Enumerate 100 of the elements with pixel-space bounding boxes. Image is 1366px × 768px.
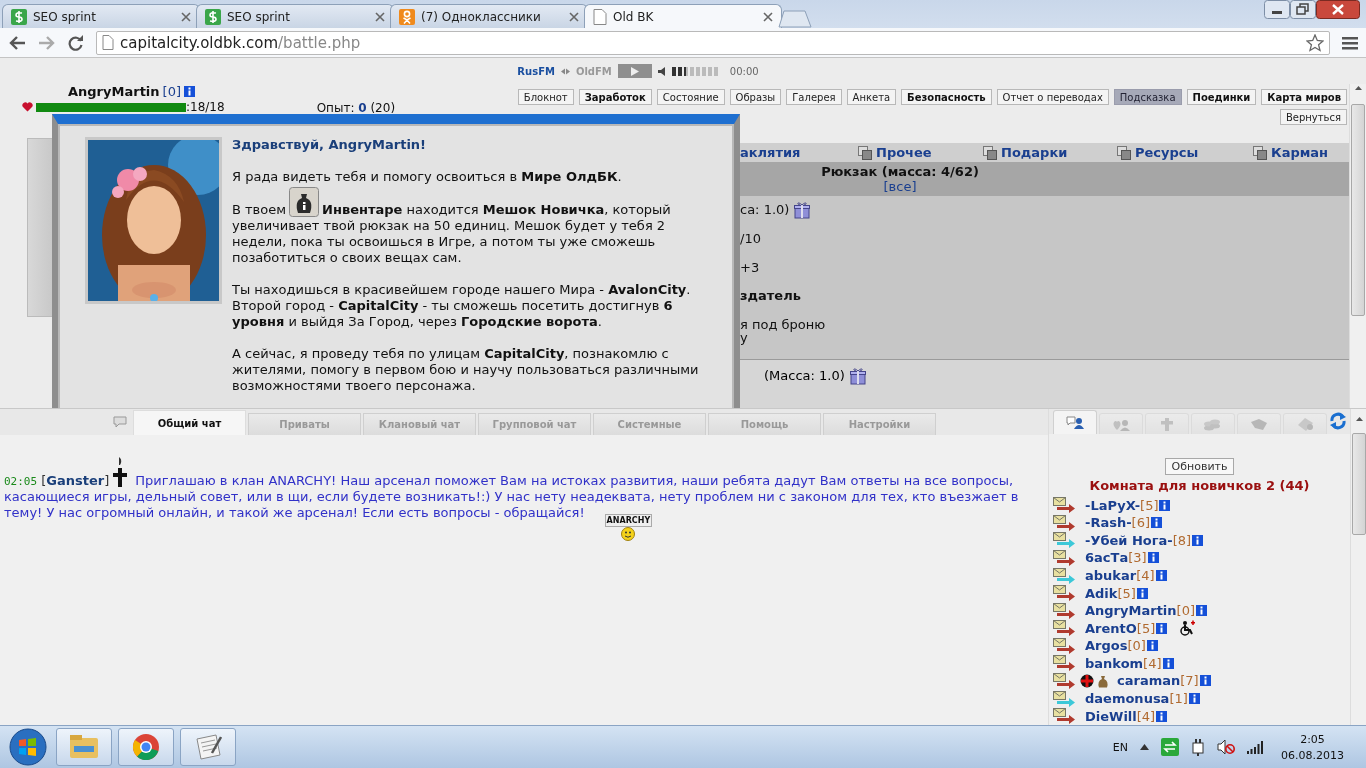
private-message-icon[interactable] [1053, 637, 1077, 654]
user-level: [8] [1172, 532, 1192, 548]
private-message-icon[interactable] [1053, 690, 1077, 707]
sync-icon[interactable] [1161, 738, 1179, 756]
user-name[interactable]: -Rash- [1085, 515, 1132, 531]
taskbar-app[interactable] [56, 728, 112, 766]
experience-label: Опыт: 0 (20) [316, 102, 396, 115]
up-arrow-icon[interactable] [1140, 744, 1149, 750]
item-text: са: 1.0) [740, 202, 790, 217]
plug-icon[interactable] [1191, 738, 1205, 756]
clock[interactable]: 2:05 06.08.2013 [1281, 732, 1344, 762]
user-name[interactable]: -Убей Нога- [1085, 532, 1173, 548]
taskbar-app[interactable] [118, 728, 174, 766]
reload-icon[interactable] [68, 34, 84, 51]
user-name[interactable]: caraman [1117, 673, 1181, 689]
user-name[interactable]: -LaPyX- [1085, 497, 1141, 513]
user-level: [5] [1117, 585, 1136, 601]
start-button[interactable] [6, 727, 50, 767]
scroll-thumb[interactable] [1352, 433, 1366, 535]
private-message-icon[interactable] [1053, 620, 1077, 637]
volume-meter[interactable] [671, 66, 720, 76]
close-icon[interactable] [763, 11, 773, 22]
close-icon[interactable] [1316, 0, 1360, 19]
category-tab[interactable]: Карман [1253, 145, 1349, 160]
nav-button[interactable]: Безопасность [901, 89, 992, 105]
squares-icon [1117, 145, 1131, 160]
scrollbar[interactable] [1350, 409, 1366, 725]
browser-tab[interactable]: Old BK [584, 4, 782, 28]
user-name[interactable]: Adik [1085, 585, 1118, 601]
nav-button[interactable]: Галерея [786, 89, 842, 105]
language-indicator[interactable]: EN [1112, 740, 1128, 754]
private-message-icon[interactable] [1053, 708, 1077, 725]
user-name[interactable]: ArentO [1085, 620, 1137, 636]
back-button[interactable]: Вернуться [1279, 109, 1347, 125]
address-field[interactable]: capitalcity.oldbk.com/battle.php [96, 30, 1330, 55]
private-message-icon[interactable] [1053, 672, 1077, 689]
user-level: [5] [1140, 497, 1159, 513]
info-icon [1192, 534, 1204, 546]
chat-tab[interactable]: Общий чат [133, 410, 246, 435]
close-icon[interactable] [569, 11, 579, 22]
user-name[interactable]: abukar [1085, 568, 1137, 583]
nav-button[interactable]: Подсказка [1113, 89, 1182, 105]
radio-station[interactable]: RusFM [517, 65, 555, 77]
users-icon [1065, 415, 1085, 431]
tab-title: Old BK [613, 9, 655, 24]
user-name[interactable]: DieWill [1085, 708, 1137, 724]
menu-icon[interactable] [1342, 35, 1358, 50]
minimize-icon[interactable] [1264, 0, 1290, 19]
taskbar-app[interactable] [180, 728, 236, 766]
category-tab[interactable]: Прочее [858, 145, 983, 160]
private-message-icon[interactable] [1053, 567, 1077, 584]
item-text: у [740, 330, 748, 346]
nav-button[interactable]: Отчет о переводах [996, 89, 1109, 105]
back-icon[interactable] [8, 34, 26, 51]
nav-button[interactable]: Состояние [656, 89, 725, 105]
filter-link[interactable]: [все] [883, 179, 917, 194]
speaker-icon [657, 66, 666, 76]
nav-button[interactable]: Блокнот [517, 89, 574, 105]
private-message-icon[interactable] [1053, 532, 1077, 549]
private-message-icon[interactable] [1053, 549, 1077, 566]
info-icon [1146, 640, 1158, 652]
close-icon[interactable] [375, 11, 385, 22]
refresh-button[interactable]: Обновить [1164, 458, 1235, 476]
nav-button[interactable]: Заработок [578, 89, 652, 105]
nav-button[interactable]: Образы [729, 89, 782, 105]
nav-button[interactable]: Карта миров [1261, 89, 1347, 105]
info-icon [1151, 517, 1162, 529]
user-name[interactable]: daemonusa [1085, 691, 1170, 707]
restore-icon[interactable] [1290, 0, 1316, 19]
heart-icon [22, 102, 33, 112]
star-icon[interactable] [1306, 33, 1324, 52]
private-message-icon[interactable] [1053, 497, 1077, 514]
user-name[interactable]: bankom [1085, 655, 1144, 671]
message-author[interactable]: [Ganster] [41, 473, 110, 488]
user-name[interactable]: 6асТа [1085, 550, 1129, 566]
squares-icon [858, 145, 872, 160]
nav-button[interactable]: Поединки [1186, 89, 1257, 105]
category-tab[interactable]: Подарки [983, 145, 1117, 160]
bag-icon [289, 187, 320, 217]
user-name[interactable]: AngryMartin [1085, 603, 1177, 619]
refresh-icon[interactable] [1329, 411, 1347, 430]
gift-icon [849, 368, 866, 385]
user-level: [1] [1169, 691, 1188, 707]
muted-speaker-icon[interactable] [1217, 739, 1235, 755]
scroll-thumb[interactable] [1351, 104, 1365, 316]
dollar-icon [11, 8, 27, 25]
play-button[interactable] [617, 64, 652, 78]
user-list-tab[interactable] [1053, 410, 1097, 435]
close-icon[interactable] [181, 11, 191, 22]
category-tab[interactable]: Ресурсы [1117, 145, 1253, 160]
signal-icon[interactable] [1247, 740, 1263, 754]
info-icon [1162, 657, 1174, 669]
category-tab[interactable]: аклятия [740, 145, 858, 160]
private-message-icon[interactable] [1053, 514, 1077, 531]
private-message-icon[interactable] [1053, 655, 1077, 672]
nav-button[interactable]: Анкета [846, 89, 897, 105]
private-message-icon[interactable] [1053, 602, 1077, 619]
user-name[interactable]: Argos [1085, 638, 1128, 654]
scrollbar[interactable] [1349, 84, 1366, 408]
private-message-icon[interactable] [1053, 585, 1077, 602]
